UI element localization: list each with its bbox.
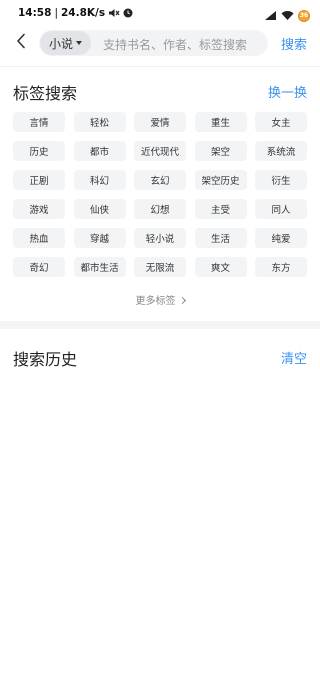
status-left: 14:58 | 24.8K/s — [18, 7, 133, 19]
tag-chip[interactable]: 爽文 — [194, 257, 247, 277]
tag-chip[interactable]: 东方 — [255, 257, 307, 277]
search-history-title: 搜索历史 — [13, 350, 78, 369]
search-input[interactable]: 小说 支持书名、作者、标签搜索 — [39, 30, 268, 56]
tag-chip[interactable]: 无限流 — [134, 257, 186, 277]
tag-chip[interactable]: 都市 — [73, 141, 126, 161]
tag-chip[interactable]: 纯爱 — [255, 228, 307, 248]
status-time: 14:58 — [18, 7, 52, 19]
tag-chip[interactable]: 系统流 — [255, 141, 307, 161]
tag-chip[interactable]: 玄幻 — [134, 170, 186, 190]
tag-chip[interactable]: 幻想 — [134, 199, 186, 219]
status-bar: 14:58 | 24.8K/s 36 — [0, 0, 320, 26]
tag-chip[interactable]: 重生 — [194, 112, 247, 132]
chevron-right-icon — [178, 296, 186, 304]
tag-row: 正剧 科幻 玄幻 架空历史 衍生 — [13, 170, 307, 190]
tag-chip[interactable]: 奇幻 — [13, 257, 65, 277]
section-divider — [0, 321, 320, 329]
more-tags-link[interactable]: 更多标签 — [0, 292, 320, 307]
tag-chip[interactable]: 生活 — [194, 228, 247, 248]
back-button[interactable] — [10, 30, 32, 56]
signal-icon — [264, 6, 277, 25]
tag-row: 奇幻 都市生活 无限流 爽文 东方 — [13, 257, 307, 277]
tag-row: 游戏 仙侠 幻想 主受 同人 — [13, 199, 307, 219]
divider — [0, 66, 320, 67]
status-right: 36 — [264, 6, 310, 25]
tag-chip[interactable]: 历史 — [13, 141, 65, 161]
tag-chip[interactable]: 架空 — [194, 141, 247, 161]
tag-chip[interactable]: 爱情 — [134, 112, 186, 132]
tag-chip[interactable]: 轻小说 — [134, 228, 186, 248]
tag-search-title: 标签搜索 — [13, 84, 78, 103]
tag-chip[interactable]: 都市生活 — [73, 257, 126, 277]
tag-chip[interactable]: 游戏 — [13, 199, 65, 219]
tag-chip[interactable]: 架空历史 — [194, 170, 247, 190]
category-label: 小说 — [48, 36, 73, 51]
mute-icon — [108, 8, 120, 18]
search-button[interactable]: 搜索 — [281, 34, 307, 53]
tag-chip[interactable]: 正剧 — [13, 170, 65, 190]
chevron-left-icon — [15, 33, 27, 53]
status-separator: | — [54, 7, 58, 19]
wifi-icon — [281, 6, 294, 25]
caret-down-icon — [76, 41, 82, 45]
tag-chip[interactable]: 同人 — [255, 199, 307, 219]
tag-row: 热血 穿越 轻小说 生活 纯爱 — [13, 228, 307, 248]
more-tags-label: 更多标签 — [135, 296, 176, 307]
shuffle-button[interactable]: 换一换 — [268, 82, 307, 101]
alarm-icon — [123, 8, 133, 18]
search-placeholder: 支持书名、作者、标签搜索 — [103, 38, 248, 52]
tag-chip[interactable]: 主受 — [194, 199, 247, 219]
tag-chip[interactable]: 仙侠 — [73, 199, 126, 219]
network-speed: 24.8K/s — [60, 7, 106, 19]
battery-icon: 36 — [298, 9, 310, 22]
tag-chip[interactable]: 女主 — [255, 112, 307, 132]
tag-chip[interactable]: 衍生 — [255, 170, 307, 190]
search-bar: 小说 支持书名、作者、标签搜索 搜索 — [0, 28, 320, 58]
category-dropdown[interactable]: 小说 — [40, 31, 91, 55]
tag-row: 历史 都市 近代现代 架空 系统流 — [13, 141, 307, 161]
tag-chip[interactable]: 热血 — [13, 228, 65, 248]
tag-row: 言情 轻松 爱情 重生 女主 — [13, 112, 307, 132]
tag-chip[interactable]: 近代现代 — [134, 141, 186, 161]
tag-chip[interactable]: 言情 — [13, 112, 65, 132]
tag-chip[interactable]: 轻松 — [73, 112, 126, 132]
tag-chip[interactable]: 科幻 — [73, 170, 126, 190]
tag-chip[interactable]: 穿越 — [73, 228, 126, 248]
tag-grid: 言情 轻松 爱情 重生 女主 历史 都市 近代现代 架空 系统流 正剧 科幻 玄… — [13, 112, 307, 286]
clear-history-button[interactable]: 清空 — [281, 348, 307, 367]
